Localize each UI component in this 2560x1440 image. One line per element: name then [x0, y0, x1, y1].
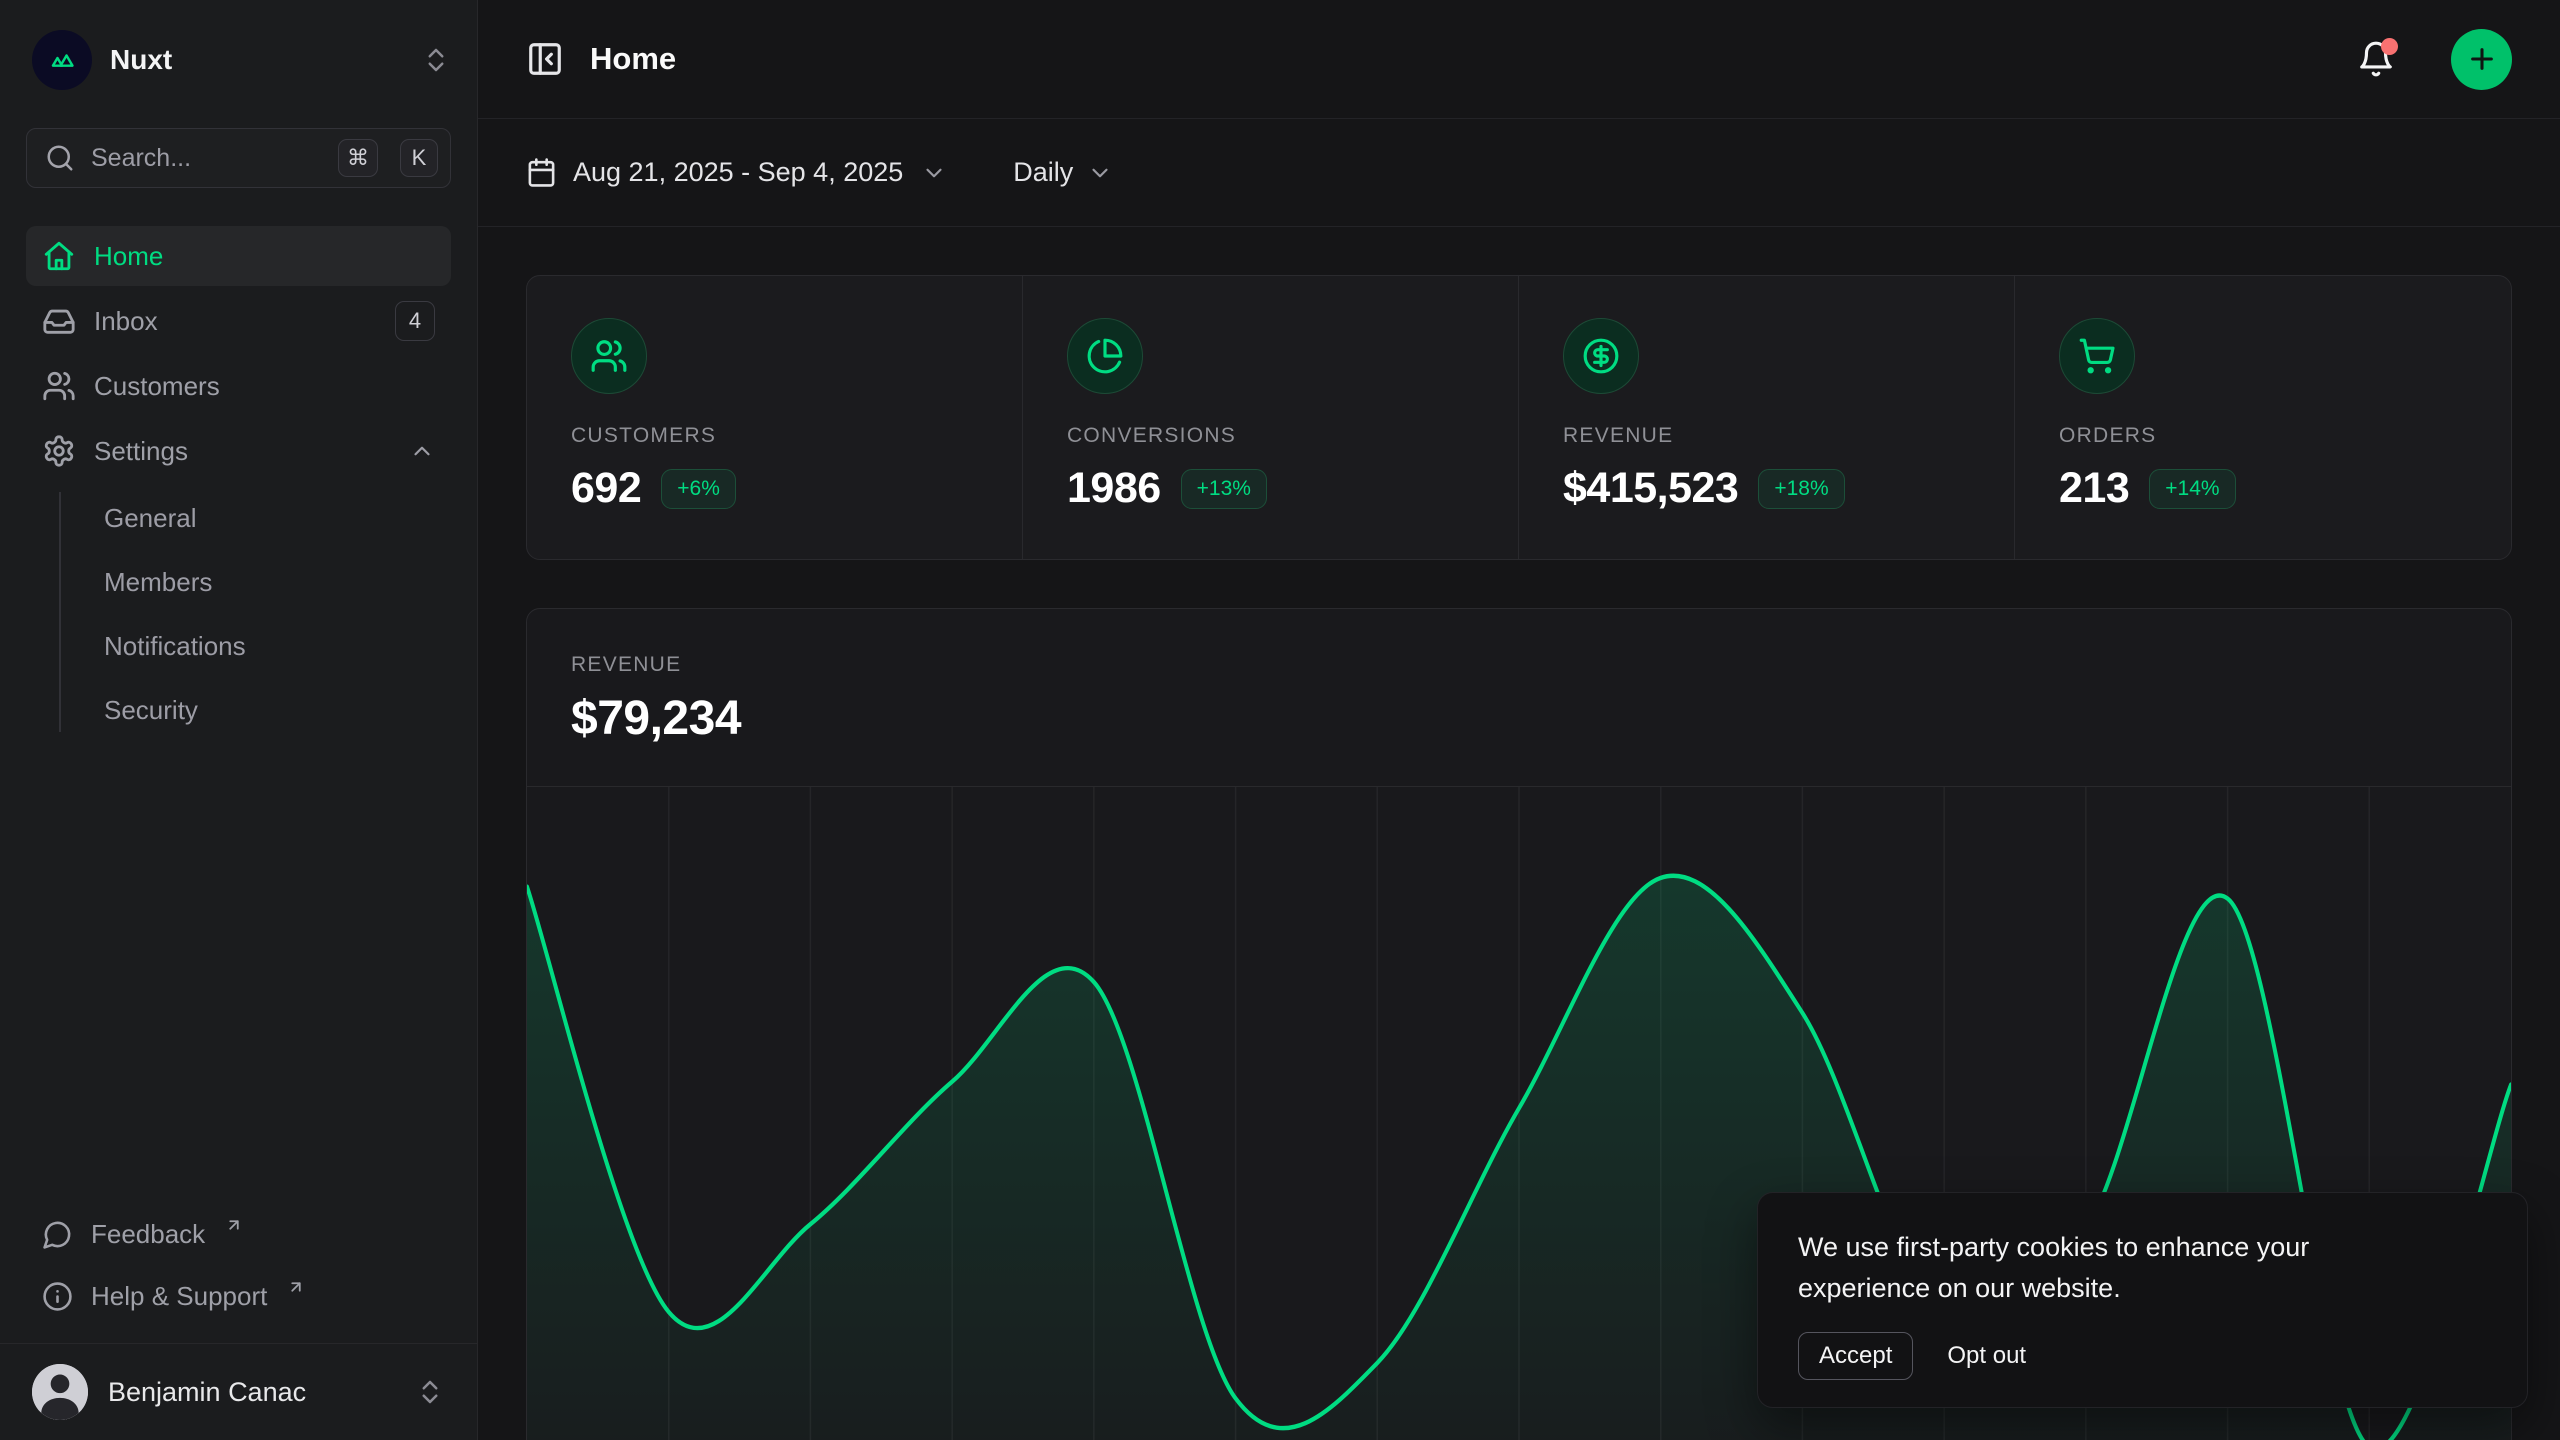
nuxt-logo-icon [32, 30, 92, 90]
date-range-picker[interactable]: Aug 21, 2025 - Sep 4, 2025 [526, 157, 947, 188]
search-input[interactable]: Search... ⌘ K [26, 128, 451, 188]
sidebar-item-security[interactable]: Security [26, 678, 451, 742]
search-icon [45, 143, 75, 173]
subnav-label: General [104, 503, 197, 534]
stats-cards: CUSTOMERS 692 +6% CONVERSIONS 1986 +13% [526, 275, 2512, 560]
notification-dot [2381, 38, 2398, 55]
sidebar-item-label: Customers [94, 371, 220, 402]
kbd-cmd: ⌘ [338, 139, 378, 177]
circle-dollar-icon [1563, 318, 1639, 394]
sidebar-item-label: Home [94, 241, 163, 272]
user-avatar [32, 1364, 88, 1420]
stat-card-revenue[interactable]: REVENUE $415,523 +18% [1519, 276, 2015, 559]
gear-icon [42, 434, 76, 468]
sidebar-item-settings[interactable]: Settings [26, 421, 451, 481]
notifications-bell-button[interactable] [2357, 40, 2395, 78]
sidebar-item-label: Settings [94, 436, 188, 467]
user-name: Benjamin Canac [108, 1377, 395, 1408]
search-placeholder: Search... [91, 144, 316, 173]
cookie-message: We use first-party cookies to enhance yo… [1798, 1227, 2448, 1308]
info-circle-icon [42, 1281, 73, 1312]
subnav-label: Members [104, 567, 212, 598]
workspace-name: Nuxt [110, 44, 403, 76]
chevrons-up-down-icon [415, 1377, 445, 1407]
external-link-icon [287, 1278, 305, 1296]
help-support-label: Help & Support [91, 1281, 267, 1312]
stat-label: REVENUE [1563, 424, 1970, 448]
page-header: Home [478, 0, 2560, 119]
opt-out-button[interactable]: Opt out [1947, 1342, 2026, 1370]
date-range-value: Aug 21, 2025 - Sep 4, 2025 [573, 157, 903, 188]
stat-card-conversions[interactable]: CONVERSIONS 1986 +13% [1023, 276, 1519, 559]
stat-delta-badge: +6% [661, 469, 736, 509]
sidebar-item-inbox[interactable]: Inbox 4 [26, 291, 451, 351]
sidebar-item-members[interactable]: Members [26, 550, 451, 614]
page-title: Home [590, 41, 2331, 77]
sidebar-item-general[interactable]: General [26, 486, 451, 550]
stat-label: CONVERSIONS [1067, 424, 1474, 448]
revenue-chart-value: $79,234 [571, 691, 2467, 746]
sidebar: Nuxt Search... ⌘ K Home Inbox 4 [0, 0, 478, 1440]
home-icon [42, 239, 76, 273]
revenue-chart-label: REVENUE [571, 653, 2467, 677]
pie-chart-icon [1067, 318, 1143, 394]
inbox-count-badge: 4 [395, 301, 435, 341]
stat-value: $415,523 [1563, 464, 1738, 513]
subnav-label: Security [104, 695, 198, 726]
stat-delta-badge: +14% [2149, 469, 2235, 509]
inbox-icon [42, 304, 76, 338]
stat-value: 213 [2059, 464, 2129, 513]
subnav-label: Notifications [104, 631, 246, 662]
users-icon [571, 318, 647, 394]
help-support-link[interactable]: Help & Support [26, 1265, 451, 1327]
user-menu[interactable]: Benjamin Canac [0, 1343, 477, 1440]
chevron-down-icon [921, 160, 947, 186]
feedback-link[interactable]: Feedback [26, 1203, 451, 1265]
sidebar-item-home[interactable]: Home [26, 226, 451, 286]
filters-toolbar: Aug 21, 2025 - Sep 4, 2025 Daily [478, 119, 2560, 227]
sidebar-collapse-icon[interactable] [526, 40, 564, 78]
stat-delta-badge: +18% [1758, 469, 1844, 509]
cookie-banner: We use first-party cookies to enhance yo… [1757, 1192, 2528, 1408]
stat-value: 692 [571, 464, 641, 513]
sidebar-nav: Home Inbox 4 Customers Settings Ge [0, 226, 477, 742]
workspace-switcher[interactable]: Nuxt [0, 0, 477, 114]
chevrons-up-down-icon [421, 45, 451, 75]
users-icon [42, 369, 76, 403]
sidebar-item-notifications[interactable]: Notifications [26, 614, 451, 678]
calendar-icon [526, 157, 557, 188]
sidebar-item-customers[interactable]: Customers [26, 356, 451, 416]
granularity-value: Daily [1013, 157, 1073, 188]
accept-cookies-button[interactable]: Accept [1798, 1332, 1913, 1380]
stat-card-orders[interactable]: ORDERS 213 +14% [2015, 276, 2511, 559]
stat-delta-badge: +13% [1181, 469, 1267, 509]
chevron-down-icon [1087, 160, 1113, 186]
shopping-cart-icon [2059, 318, 2135, 394]
external-link-icon [225, 1216, 243, 1234]
stat-card-customers[interactable]: CUSTOMERS 692 +6% [527, 276, 1023, 559]
feedback-label: Feedback [91, 1219, 205, 1250]
stat-value: 1986 [1067, 464, 1161, 513]
granularity-select[interactable]: Daily [1013, 157, 1113, 188]
sidebar-footer: Feedback Help & Support [0, 1203, 477, 1327]
kbd-k: K [400, 139, 438, 177]
stat-label: ORDERS [2059, 424, 2467, 448]
chevron-up-icon [409, 438, 435, 464]
add-button[interactable] [2451, 29, 2512, 90]
settings-subnav: General Members Notifications Security [26, 486, 451, 742]
stat-label: CUSTOMERS [571, 424, 978, 448]
sidebar-item-label: Inbox [94, 306, 158, 337]
message-bubble-icon [42, 1219, 73, 1250]
